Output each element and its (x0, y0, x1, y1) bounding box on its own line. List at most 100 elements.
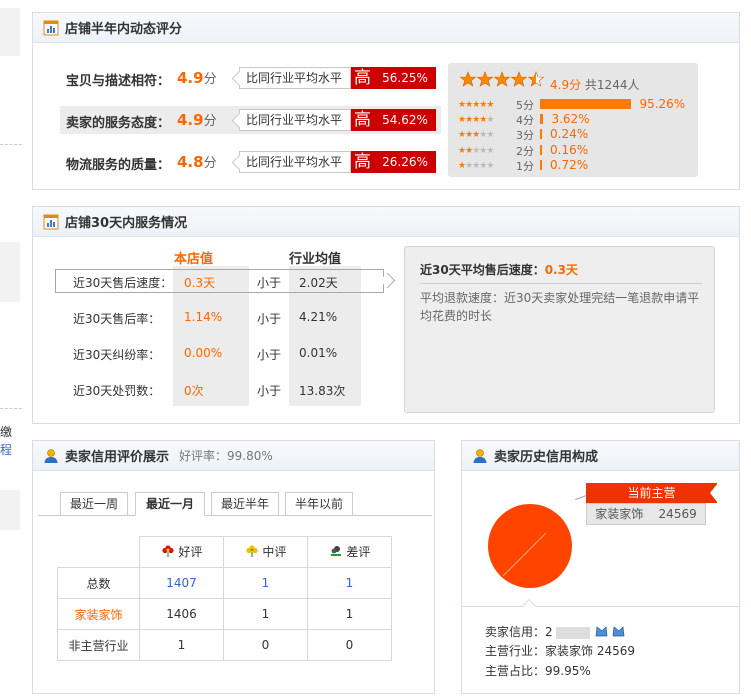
dsr-row: 物流服务的质量： (66, 154, 170, 173)
dist-stars-icon: ★★★★★ (458, 100, 494, 110)
count-value: 1 (307, 598, 392, 630)
dist-bar (540, 129, 542, 140)
dist-row: ★★★★★ 3分 0.24% (458, 127, 693, 143)
flower-yellow-icon (245, 544, 259, 561)
star-rating (460, 71, 548, 90)
service-row-value: 0次 (184, 384, 204, 398)
seller-credit-value: 2 (545, 625, 553, 639)
dsr-score: 4.8分 (177, 153, 217, 171)
user-icon (472, 448, 488, 464)
dsr-row: 宝贝与描述相符： (66, 70, 170, 89)
dsr-score: 4.9分 (177, 111, 217, 129)
service-row-compare: 小于 (257, 312, 282, 326)
compare-label: 比同行业平均水平 (246, 71, 343, 85)
dist-stars-icon: ★★★★★ (458, 160, 494, 171)
pie-slice-main (488, 504, 572, 588)
service-chart-icon (43, 214, 59, 230)
service-header: 店铺30天内服务情况 (33, 207, 739, 237)
dist-row: ★★★★★ 1分 0.72% (458, 158, 693, 173)
service-row-compare: 小于 (257, 276, 282, 290)
count-value: 1406 (139, 598, 224, 630)
main-share-value: 99.95% (545, 664, 591, 678)
good-rate-label: 好评率： (179, 449, 228, 463)
history-pie-chart (488, 504, 572, 588)
stars-icon (460, 71, 544, 87)
compare-percent: 54.62% (374, 109, 436, 131)
service-row-average: 2.02天 (299, 276, 338, 290)
count-value: 1 (139, 629, 224, 661)
blurred-value (556, 626, 591, 639)
count-link[interactable]: 1 (223, 567, 308, 599)
dsr-label: 物流服务的质量： (66, 158, 171, 173)
count-value: 0 (223, 629, 308, 661)
service-row-label: 近30天售后率： (73, 312, 161, 326)
count-value: 1 (223, 598, 308, 630)
flower-red-icon (161, 544, 175, 561)
level-badge: 高 (351, 109, 374, 131)
main-industry-value: 家装家饰 24569 (545, 644, 636, 658)
current-main-badge: 当前主营 (586, 483, 718, 503)
service-row-average: 4.21% (299, 310, 338, 324)
dsr-compare: 比同行业平均水平 高 54.62% (231, 109, 439, 131)
dist-row: ★★★★★ 5分 95.26% (458, 97, 693, 112)
compare-percent: 26.26% (374, 151, 436, 173)
crown-icon[interactable] (594, 624, 628, 641)
main-share-label: 主营占比： (485, 664, 546, 678)
tab-before-half-year[interactable]: 半年以前 (285, 492, 353, 516)
service-row-label: 近30天纠纷率： (73, 348, 161, 362)
flower-dark-icon (329, 544, 343, 561)
level-badge: 高 (351, 151, 374, 173)
seller-credit-label: 卖家信用： (485, 625, 546, 639)
row-label-category: 家装家饰 (57, 598, 140, 630)
dist-row: ★★★★★ 4分 3.62% (458, 112, 693, 128)
service-row-label: 近30天售后速度： (73, 276, 173, 290)
dist-bar (540, 144, 542, 155)
dsr-compare: 比同行业平均水平 高 26.26% (231, 151, 439, 173)
service-title: 店铺30天内服务情况 (65, 216, 188, 231)
credit-title: 卖家信用评价展示 (65, 450, 170, 465)
compare-percent: 56.25% (374, 67, 436, 89)
detail-value: 0.3天 (544, 263, 578, 277)
dsr-label: 卖家的服务态度： (66, 116, 171, 131)
service-row-average: 0.01% (299, 346, 338, 360)
rating-distribution: 4.9分 共1244人 ★★★★★ 5分 95.26% ★★★★★ 4分 3.62% ★★★… (448, 63, 698, 177)
service-row-compare: 小于 (257, 384, 282, 398)
header-bad: 差评 (307, 536, 392, 568)
dynamic-rating-title: 店铺半年内动态评分 (65, 22, 183, 37)
history-header: 卖家历史信用构成 (462, 441, 739, 471)
service-row-average: 13.83次 (299, 384, 346, 398)
dist-stars-icon: ★★★★★ (458, 145, 494, 156)
left-fragment-link[interactable]: 程 (0, 441, 12, 458)
dist-percent: 3.62% (551, 112, 590, 127)
service-row-compare: 小于 (257, 348, 282, 362)
service-row-value: 0.00% (184, 346, 223, 360)
row-label: 总数 (57, 567, 140, 599)
dist-stars-icon: ★★★★★ (458, 130, 494, 141)
dist-percent: 0.16% (550, 142, 589, 157)
dist-row: ★★★★★ 2分 0.16% (458, 142, 693, 158)
good-rate-value: 99.80% (227, 449, 273, 463)
col-store-header: 本店值 (174, 252, 214, 267)
count-link[interactable]: 1 (307, 567, 392, 599)
dsr-score: 4.9分 (177, 69, 217, 87)
rating-score: 4.9分 (550, 78, 582, 92)
level-badge: 高 (351, 67, 374, 89)
dist-percent: 0.24% (550, 127, 589, 142)
rating-count: 共1244人 (584, 78, 640, 92)
col-industry-header: 行业均值 (289, 252, 342, 267)
dist-label: 5分 (516, 99, 534, 112)
tab-half-year[interactable]: 最近半年 (211, 492, 279, 516)
dist-label: 4分 (516, 114, 534, 128)
count-value: 0 (307, 629, 392, 661)
count-link[interactable]: 1407 (139, 567, 224, 599)
tab-week[interactable]: 最近一周 (60, 492, 128, 516)
dist-label: 1分 (516, 159, 534, 173)
dist-label: 3分 (516, 129, 534, 143)
tab-month[interactable]: 最近一月 (135, 492, 205, 516)
history-title: 卖家历史信用构成 (494, 450, 599, 465)
service-detail-box: 近30天平均售后速度：0.3天 平均退款速度：近30天卖家处理完结一笔退款申请平… (404, 246, 715, 413)
left-sidebar-fragment: 缴 程 (0, 0, 22, 697)
dist-label: 2分 (516, 144, 534, 158)
service-row-value: 1.14% (184, 310, 223, 324)
credit-table: 好评 中评 差评 总数 1407 1 1 家装家饰 1406 1 1 非主营行业… (57, 536, 392, 661)
